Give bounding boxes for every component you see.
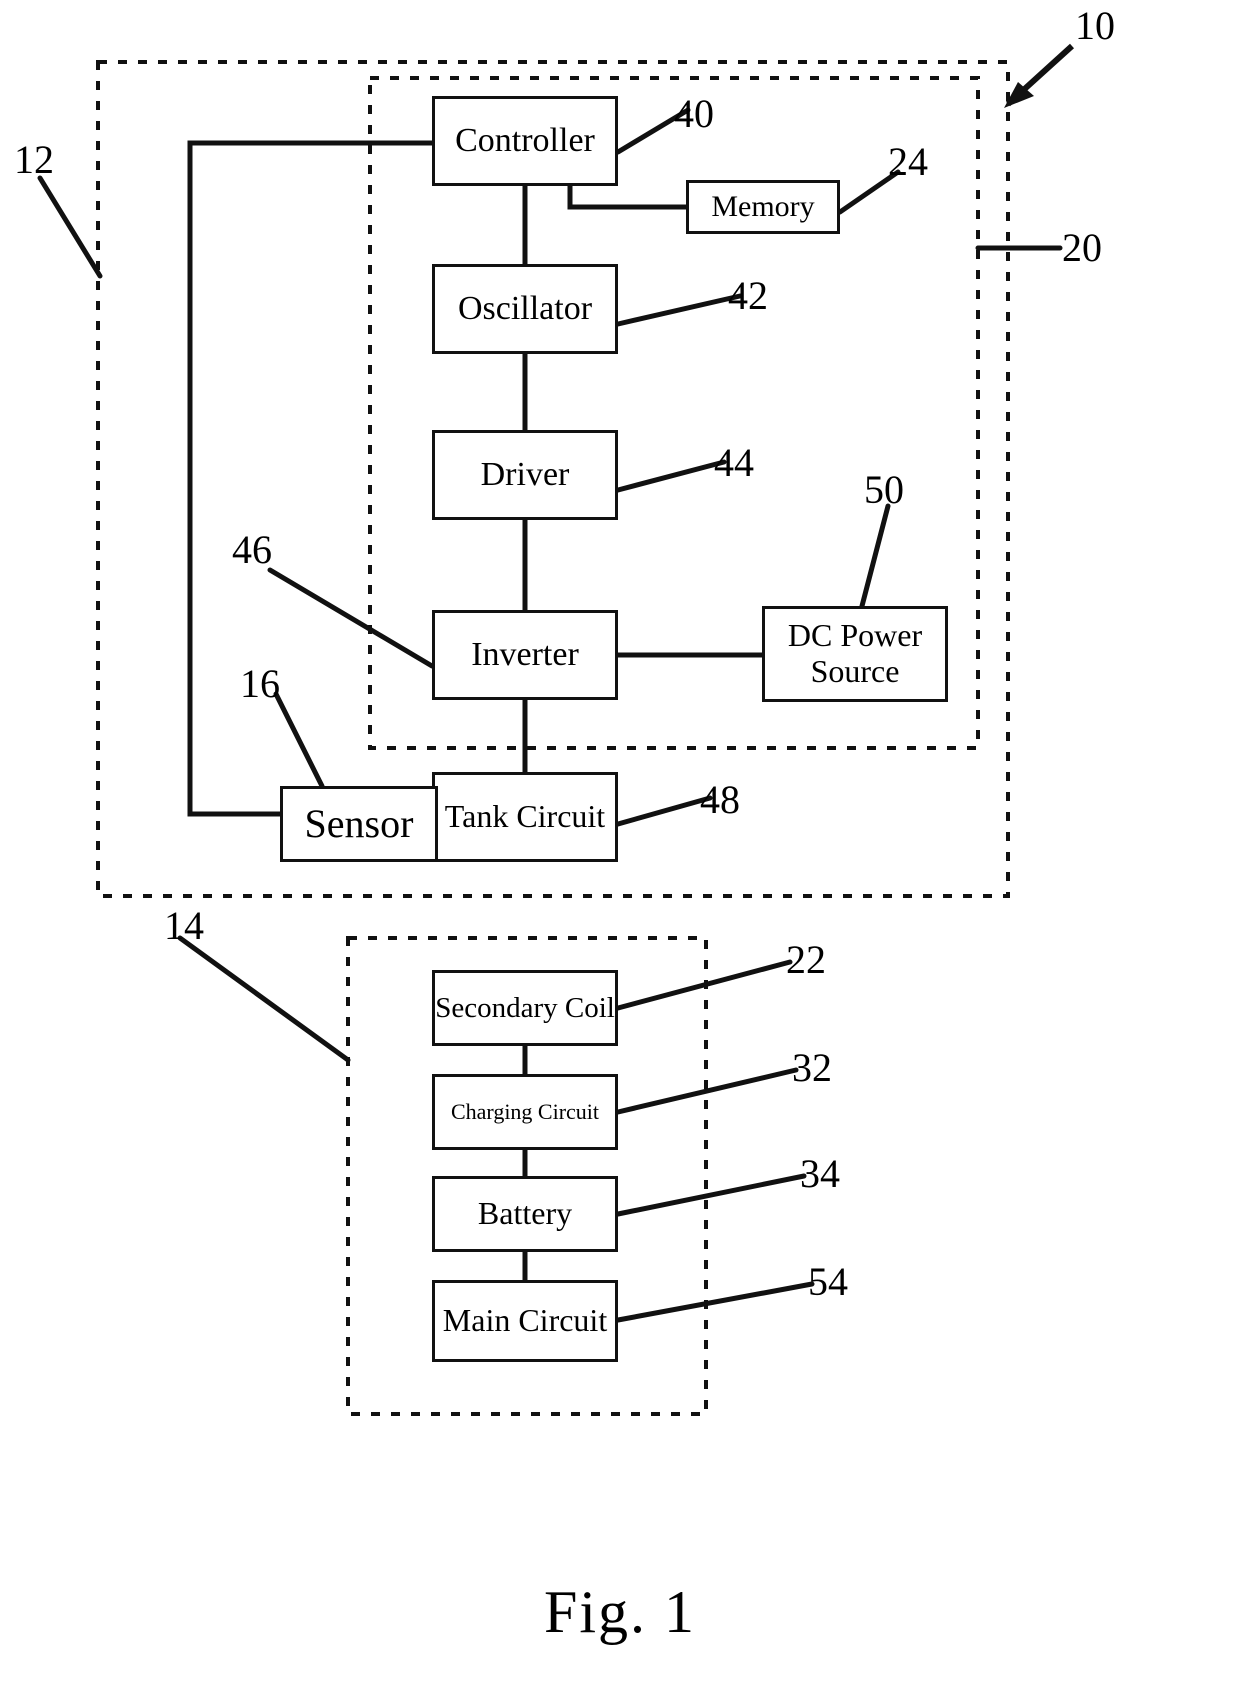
leader-48 <box>615 795 713 827</box>
ref-34: 34 <box>800 1151 840 1196</box>
ref-20: 20 <box>1062 225 1102 270</box>
link-controller-sensor <box>187 140 432 817</box>
ref-46: 46 <box>232 527 272 572</box>
block-tank-circuit-label: Tank Circuit <box>444 798 606 835</box>
ref-22: 22 <box>786 937 826 982</box>
leader-12 <box>37 175 103 279</box>
ref-16: 16 <box>240 661 280 706</box>
block-secondary-coil-label: Secondary Coil <box>435 991 615 1024</box>
block-secondary-coil[interactable]: Secondary Coil <box>432 970 618 1046</box>
patent-figure: Controller Memory Oscillator Driver Inve… <box>0 0 1240 1702</box>
block-oscillator[interactable]: Oscillator <box>432 264 618 354</box>
block-tank-circuit[interactable]: Tank Circuit <box>432 772 618 862</box>
leader-10-arrow <box>1004 43 1075 108</box>
ref-12: 12 <box>14 137 54 182</box>
block-driver[interactable]: Driver <box>432 430 618 520</box>
leader-34 <box>615 1173 807 1217</box>
block-dc-power-source[interactable]: DC Power Source <box>762 606 948 702</box>
leader-44 <box>615 459 727 493</box>
leader-54 <box>615 1281 815 1323</box>
ref-10: 10 <box>1075 3 1115 48</box>
block-battery[interactable]: Battery <box>432 1176 618 1252</box>
block-oscillator-label: Oscillator <box>457 289 593 327</box>
block-sensor[interactable]: Sensor <box>280 786 438 862</box>
leader-50 <box>859 503 891 609</box>
block-charging-circuit-label: Charging Circuit <box>450 1098 600 1124</box>
ref-24: 24 <box>888 139 928 184</box>
leader-42 <box>615 293 743 327</box>
block-inverter-label: Inverter <box>471 635 579 673</box>
block-controller-label: Controller <box>455 121 595 159</box>
link-controller-memory <box>567 186 686 210</box>
block-inverter[interactable]: Inverter <box>432 610 618 700</box>
block-controller[interactable]: Controller <box>432 96 618 186</box>
ref-42: 42 <box>728 273 768 318</box>
figure-line-layer <box>37 43 1075 1416</box>
block-memory[interactable]: Memory <box>686 180 840 234</box>
ref-50: 50 <box>864 467 904 512</box>
ref-44: 44 <box>714 440 754 485</box>
ref-32: 32 <box>792 1045 832 1090</box>
ref-48: 48 <box>700 777 740 822</box>
block-charging-circuit[interactable]: Charging Circuit <box>432 1074 618 1150</box>
block-main-circuit-label: Main Circuit <box>442 1302 608 1339</box>
block-sensor-label: Sensor <box>304 800 414 846</box>
block-memory-label: Memory <box>711 190 815 224</box>
leader-16 <box>273 691 325 789</box>
block-driver-label: Driver <box>480 455 570 493</box>
block-main-circuit[interactable]: Main Circuit <box>432 1280 618 1362</box>
figure-caption: Fig. 1 <box>543 1579 697 1645</box>
block-dc-power-source-label: DC Power Source <box>787 617 923 689</box>
leader-14 <box>177 935 351 1063</box>
ref-40: 40 <box>674 91 714 136</box>
block-battery-label: Battery <box>477 1195 573 1232</box>
leader-46 <box>267 567 435 669</box>
ref-14: 14 <box>164 903 204 948</box>
ref-54: 54 <box>808 1259 848 1304</box>
